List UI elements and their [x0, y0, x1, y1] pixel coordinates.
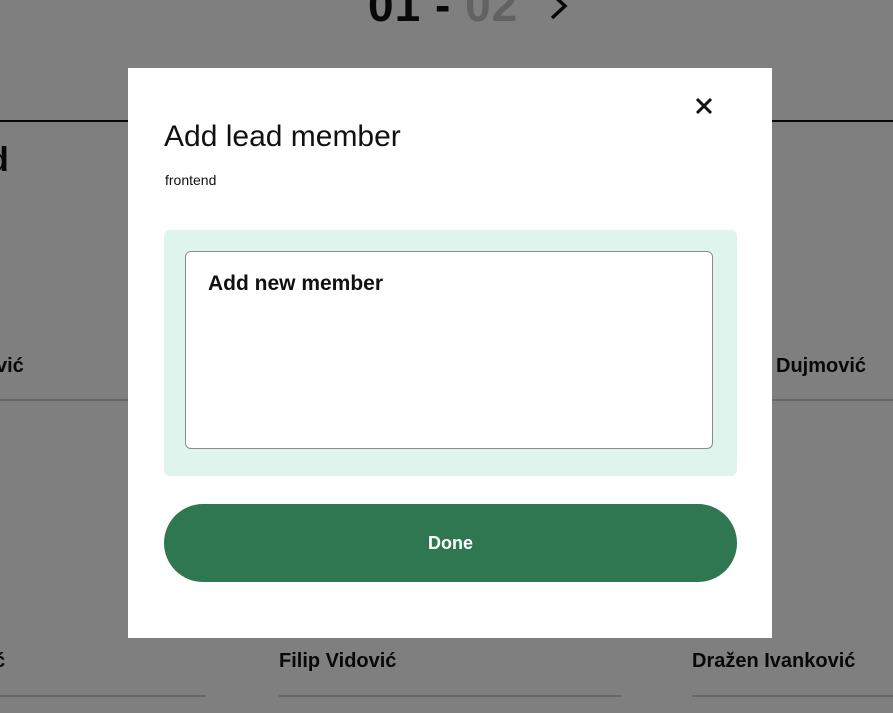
add-lead-member-modal: Add lead member frontend Add new member …	[128, 68, 772, 638]
add-new-member-label: Add new member	[208, 272, 384, 295]
add-new-member-field[interactable]: Add new member	[185, 251, 713, 449]
member-panel: Add new member	[164, 230, 737, 476]
modal-title: Add lead member	[164, 120, 401, 153]
done-button[interactable]: Done	[164, 504, 737, 582]
close-icon	[695, 97, 713, 115]
modal-subtitle: frontend	[165, 172, 217, 188]
close-button[interactable]	[688, 90, 720, 122]
